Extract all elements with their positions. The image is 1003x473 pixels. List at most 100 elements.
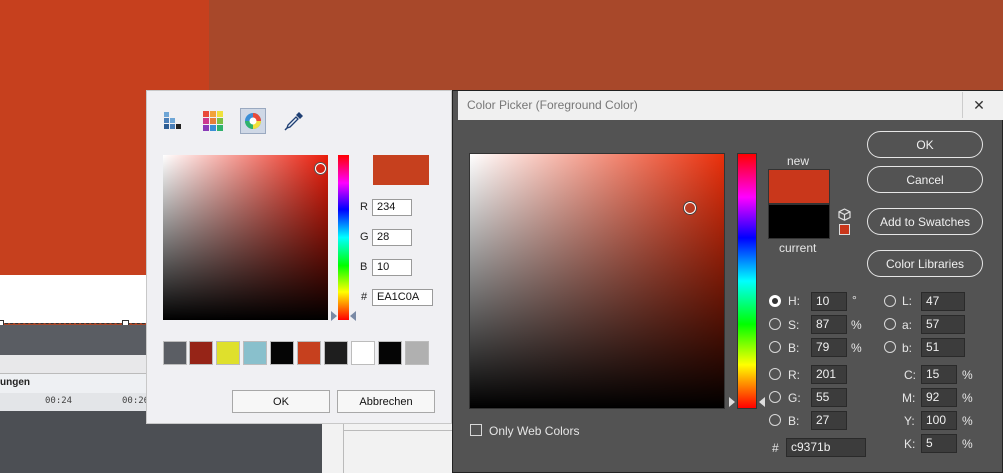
timeline-tick-label: 00:24 (45, 396, 73, 406)
swatch[interactable] (216, 341, 240, 365)
saturation-input[interactable]: 87 (811, 315, 847, 334)
magenta-label: M: (902, 391, 916, 405)
close-icon[interactable]: ✕ (962, 92, 995, 118)
brightness-label: B: (788, 341, 800, 355)
panel-separator (0, 355, 150, 373)
new-color-label: new (787, 154, 810, 168)
hex-label: # (361, 291, 368, 303)
hue-label: H: (788, 294, 800, 308)
swatch[interactable] (270, 341, 294, 365)
current-color-swatch[interactable] (768, 204, 830, 239)
lab-l-label: L: (902, 294, 913, 308)
green-radio[interactable] (769, 391, 781, 403)
brightness-unit: % (851, 341, 862, 355)
color-libraries-button[interactable]: Color Libraries (867, 250, 983, 277)
lab-b-label: b: (902, 341, 913, 355)
swatch[interactable] (324, 341, 348, 365)
black-label: K: (904, 437, 916, 451)
blue-radio[interactable] (769, 414, 781, 426)
swatch[interactable] (405, 341, 429, 365)
hue-unit: ° (852, 293, 857, 307)
black-input[interactable]: 5 (921, 434, 957, 453)
lab-l-radio[interactable] (884, 295, 896, 307)
yellow-input[interactable]: 100 (921, 411, 957, 430)
magenta-unit: % (962, 391, 973, 405)
color-palette-icon[interactable] (200, 108, 226, 134)
lab-a-label: a: (902, 318, 913, 332)
dialog-title: Color Picker (Foreground Color) (467, 98, 638, 112)
hue-slider-arrow-right[interactable] (759, 397, 765, 407)
hue-slider[interactable] (338, 155, 349, 320)
hex-label: # (772, 441, 779, 455)
hue-slider-arrow-right[interactable] (350, 311, 356, 321)
hex-input[interactable]: EA1C0A (372, 289, 433, 306)
saturation-radio[interactable] (769, 318, 781, 330)
cancel-button[interactable]: Abbrechen (337, 390, 435, 413)
swatch[interactable] (351, 341, 375, 365)
black-unit: % (962, 437, 973, 451)
brightness-input[interactable]: 79 (811, 338, 847, 357)
color-preview (373, 155, 429, 185)
lab-a-radio[interactable] (884, 318, 896, 330)
lab-b-radio[interactable] (884, 341, 896, 353)
red-input[interactable]: 201 (811, 365, 847, 384)
ok-button[interactable]: OK (867, 131, 983, 158)
cyan-input[interactable]: 15 (921, 365, 957, 384)
green-input[interactable]: 55 (811, 388, 847, 407)
green-input[interactable]: 28 (372, 229, 412, 246)
red-input[interactable]: 234 (372, 199, 412, 216)
toolbar-strip (0, 325, 150, 355)
blue-label: B: (788, 414, 800, 428)
red-label: R: (788, 368, 800, 382)
red-label: R (360, 201, 368, 213)
lab-a-input[interactable]: 57 (921, 315, 965, 334)
green-label: G: (788, 391, 801, 405)
add-to-swatches-button[interactable]: Add to Swatches (867, 208, 983, 235)
lab-b-input[interactable]: 51 (921, 338, 965, 357)
new-color-swatch (768, 169, 830, 204)
brightness-radio[interactable] (769, 341, 781, 353)
web-safe-color-swatch[interactable] (839, 224, 850, 235)
swatch-grid-icon[interactable] (160, 108, 186, 134)
cancel-button[interactable]: Cancel (867, 166, 983, 193)
ok-button[interactable]: OK (232, 390, 330, 413)
eyedropper-icon[interactable] (281, 108, 307, 134)
swatch[interactable] (243, 341, 267, 365)
hue-slider-arrow-left[interactable] (729, 397, 735, 407)
only-web-colors-label: Only Web Colors (489, 424, 580, 438)
swatch[interactable] (163, 341, 187, 365)
color-field-marker[interactable] (315, 163, 326, 174)
swatch[interactable] (297, 341, 321, 365)
hue-radio[interactable] (769, 295, 781, 307)
color-wheel-icon[interactable] (240, 108, 266, 134)
blue-input[interactable]: 10 (372, 259, 412, 276)
cyan-unit: % (962, 368, 973, 382)
saturation-brightness-field[interactable] (163, 155, 328, 320)
saturation-label: S: (788, 318, 800, 332)
magenta-input[interactable]: 92 (921, 388, 957, 407)
hue-input[interactable]: 10 (811, 292, 847, 311)
hue-slider-arrow-left[interactable] (331, 311, 337, 321)
yellow-unit: % (962, 414, 973, 428)
swatch[interactable] (378, 341, 402, 365)
timeline-panel-title: ungen (0, 377, 30, 388)
cyan-label: C: (904, 368, 916, 382)
blue-input[interactable]: 27 (811, 411, 847, 430)
red-radio[interactable] (769, 368, 781, 380)
swatch[interactable] (189, 341, 213, 365)
green-label: G (360, 231, 369, 243)
hex-input[interactable]: c9371b (786, 438, 866, 457)
yellow-label: Y: (904, 414, 915, 428)
hue-slider[interactable] (737, 153, 757, 409)
color-field[interactable] (469, 153, 725, 409)
color-field-marker[interactable] (684, 202, 696, 214)
panel-divider (343, 424, 344, 473)
saturation-unit: % (851, 318, 862, 332)
canvas-white-area (0, 275, 150, 323)
current-color-label: current (779, 241, 817, 255)
background-panel (322, 424, 452, 473)
panel-divider (343, 430, 452, 431)
lab-l-input[interactable]: 47 (921, 292, 965, 311)
blue-label: B (360, 261, 368, 273)
only-web-colors-checkbox[interactable] (470, 424, 482, 436)
